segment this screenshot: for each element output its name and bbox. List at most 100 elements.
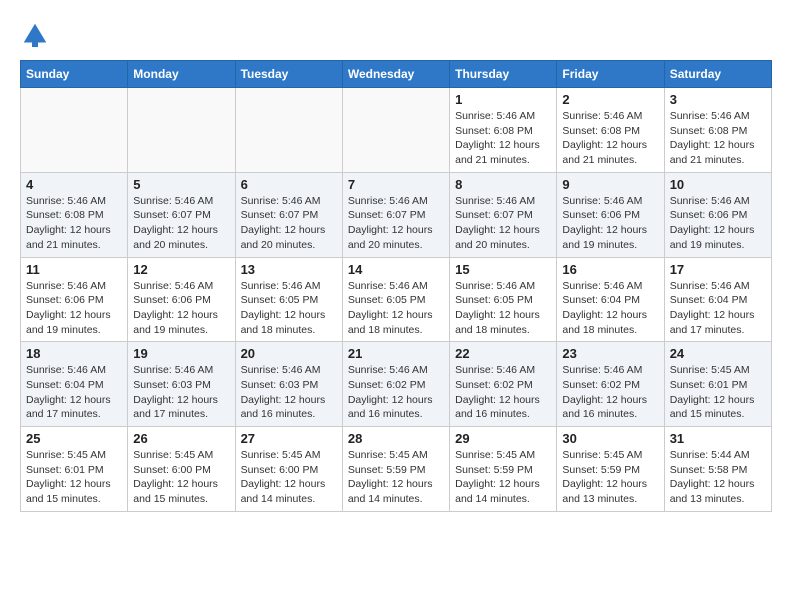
week-row-5: 25 Sunrise: 5:45 AM Sunset: 6:01 PM Dayli… bbox=[21, 427, 772, 512]
calendar-cell: 20 Sunrise: 5:46 AM Sunset: 6:03 PM Dayli… bbox=[235, 342, 342, 427]
logo bbox=[20, 20, 54, 50]
day-info: Sunrise: 5:46 AM Sunset: 6:07 PM Dayligh… bbox=[455, 194, 551, 253]
day-number: 22 bbox=[455, 346, 551, 361]
day-number: 27 bbox=[241, 431, 337, 446]
day-number: 5 bbox=[133, 177, 229, 192]
day-number: 6 bbox=[241, 177, 337, 192]
day-number: 31 bbox=[670, 431, 766, 446]
day-info: Sunrise: 5:46 AM Sunset: 6:03 PM Dayligh… bbox=[133, 363, 229, 422]
day-number: 26 bbox=[133, 431, 229, 446]
calendar-cell: 21 Sunrise: 5:46 AM Sunset: 6:02 PM Dayli… bbox=[342, 342, 449, 427]
day-info: Sunrise: 5:46 AM Sunset: 6:08 PM Dayligh… bbox=[455, 109, 551, 168]
calendar-cell bbox=[342, 88, 449, 173]
calendar-cell: 22 Sunrise: 5:46 AM Sunset: 6:02 PM Dayli… bbox=[450, 342, 557, 427]
weekday-header-friday: Friday bbox=[557, 61, 664, 88]
day-info: Sunrise: 5:46 AM Sunset: 6:02 PM Dayligh… bbox=[455, 363, 551, 422]
day-info: Sunrise: 5:45 AM Sunset: 5:59 PM Dayligh… bbox=[562, 448, 658, 507]
calendar-cell: 25 Sunrise: 5:45 AM Sunset: 6:01 PM Dayli… bbox=[21, 427, 128, 512]
calendar-cell: 17 Sunrise: 5:46 AM Sunset: 6:04 PM Dayli… bbox=[664, 257, 771, 342]
calendar-cell: 11Sunrise: 5:46 AM Sunset: 6:06 PM Dayli… bbox=[21, 257, 128, 342]
calendar-cell bbox=[128, 88, 235, 173]
day-info: Sunrise: 5:46 AM Sunset: 6:04 PM Dayligh… bbox=[562, 279, 658, 338]
logo-icon bbox=[20, 20, 50, 50]
day-info: Sunrise: 5:45 AM Sunset: 6:00 PM Dayligh… bbox=[241, 448, 337, 507]
day-info: Sunrise: 5:45 AM Sunset: 5:59 PM Dayligh… bbox=[348, 448, 444, 507]
day-info: Sunrise: 5:46 AM Sunset: 6:06 PM Dayligh… bbox=[670, 194, 766, 253]
day-number: 2 bbox=[562, 92, 658, 107]
calendar-cell: 24 Sunrise: 5:45 AM Sunset: 6:01 PM Dayli… bbox=[664, 342, 771, 427]
calendar-cell: 12Sunrise: 5:46 AM Sunset: 6:06 PM Dayli… bbox=[128, 257, 235, 342]
calendar-cell: 13 Sunrise: 5:46 AM Sunset: 6:05 PM Dayli… bbox=[235, 257, 342, 342]
day-number: 3 bbox=[670, 92, 766, 107]
day-info: Sunrise: 5:46 AM Sunset: 6:05 PM Dayligh… bbox=[348, 279, 444, 338]
day-number: 24 bbox=[670, 346, 766, 361]
calendar-cell: 23 Sunrise: 5:46 AM Sunset: 6:02 PM Dayli… bbox=[557, 342, 664, 427]
day-number: 25 bbox=[26, 431, 122, 446]
calendar-cell: 29 Sunrise: 5:45 AM Sunset: 5:59 PM Dayli… bbox=[450, 427, 557, 512]
calendar-cell: 14 Sunrise: 5:46 AM Sunset: 6:05 PM Dayli… bbox=[342, 257, 449, 342]
day-number: 29 bbox=[455, 431, 551, 446]
day-number: 19 bbox=[133, 346, 229, 361]
day-number: 12 bbox=[133, 262, 229, 277]
day-number: 17 bbox=[670, 262, 766, 277]
day-info: Sunrise: 5:46 AM Sunset: 6:08 PM Dayligh… bbox=[562, 109, 658, 168]
calendar-table: SundayMondayTuesdayWednesdayThursdayFrid… bbox=[20, 60, 772, 512]
day-info: Sunrise: 5:46 AM Sunset: 6:08 PM Dayligh… bbox=[670, 109, 766, 168]
day-info: Sunrise: 5:46 AM Sunset: 6:04 PM Dayligh… bbox=[26, 363, 122, 422]
calendar-cell: 2 Sunrise: 5:46 AM Sunset: 6:08 PM Daylig… bbox=[557, 88, 664, 173]
day-info: Sunrise: 5:46 AM Sunset: 6:03 PM Dayligh… bbox=[241, 363, 337, 422]
day-info: Sunrise: 5:46 AM Sunset: 6:02 PM Dayligh… bbox=[348, 363, 444, 422]
day-info: Sunrise: 5:46 AM Sunset: 6:06 PM Dayligh… bbox=[562, 194, 658, 253]
weekday-header-saturday: Saturday bbox=[664, 61, 771, 88]
day-info: Sunrise: 5:46 AM Sunset: 6:05 PM Dayligh… bbox=[241, 279, 337, 338]
day-number: 23 bbox=[562, 346, 658, 361]
weekday-header-row: SundayMondayTuesdayWednesdayThursdayFrid… bbox=[21, 61, 772, 88]
day-number: 30 bbox=[562, 431, 658, 446]
day-info: Sunrise: 5:46 AM Sunset: 6:08 PM Dayligh… bbox=[26, 194, 122, 253]
weekday-header-thursday: Thursday bbox=[450, 61, 557, 88]
day-number: 10 bbox=[670, 177, 766, 192]
calendar-cell: 27 Sunrise: 5:45 AM Sunset: 6:00 PM Dayli… bbox=[235, 427, 342, 512]
day-number: 7 bbox=[348, 177, 444, 192]
day-number: 14 bbox=[348, 262, 444, 277]
calendar-cell: 30 Sunrise: 5:45 AM Sunset: 5:59 PM Dayli… bbox=[557, 427, 664, 512]
day-number: 16 bbox=[562, 262, 658, 277]
day-info: Sunrise: 5:45 AM Sunset: 5:59 PM Dayligh… bbox=[455, 448, 551, 507]
day-info: Sunrise: 5:44 AM Sunset: 5:58 PM Dayligh… bbox=[670, 448, 766, 507]
day-number: 4 bbox=[26, 177, 122, 192]
calendar-cell: 16 Sunrise: 5:46 AM Sunset: 6:04 PM Dayli… bbox=[557, 257, 664, 342]
day-number: 8 bbox=[455, 177, 551, 192]
week-row-1: 1Sunrise: 5:46 AM Sunset: 6:08 PM Daylig… bbox=[21, 88, 772, 173]
calendar-cell: 9 Sunrise: 5:46 AM Sunset: 6:06 PM Daylig… bbox=[557, 172, 664, 257]
day-info: Sunrise: 5:46 AM Sunset: 6:04 PM Dayligh… bbox=[670, 279, 766, 338]
day-info: Sunrise: 5:46 AM Sunset: 6:02 PM Dayligh… bbox=[562, 363, 658, 422]
weekday-header-sunday: Sunday bbox=[21, 61, 128, 88]
day-info: Sunrise: 5:45 AM Sunset: 6:01 PM Dayligh… bbox=[26, 448, 122, 507]
day-info: Sunrise: 5:46 AM Sunset: 6:07 PM Dayligh… bbox=[241, 194, 337, 253]
week-row-4: 18Sunrise: 5:46 AM Sunset: 6:04 PM Dayli… bbox=[21, 342, 772, 427]
calendar-cell: 8 Sunrise: 5:46 AM Sunset: 6:07 PM Daylig… bbox=[450, 172, 557, 257]
calendar-cell bbox=[21, 88, 128, 173]
calendar-cell: 7Sunrise: 5:46 AM Sunset: 6:07 PM Daylig… bbox=[342, 172, 449, 257]
calendar-cell: 28 Sunrise: 5:45 AM Sunset: 5:59 PM Dayli… bbox=[342, 427, 449, 512]
weekday-header-monday: Monday bbox=[128, 61, 235, 88]
calendar-cell: 3 Sunrise: 5:46 AM Sunset: 6:08 PM Daylig… bbox=[664, 88, 771, 173]
weekday-header-tuesday: Tuesday bbox=[235, 61, 342, 88]
day-number: 28 bbox=[348, 431, 444, 446]
calendar-cell: 15Sunrise: 5:46 AM Sunset: 6:05 PM Dayli… bbox=[450, 257, 557, 342]
day-number: 13 bbox=[241, 262, 337, 277]
day-info: Sunrise: 5:45 AM Sunset: 6:00 PM Dayligh… bbox=[133, 448, 229, 507]
week-row-2: 4 Sunrise: 5:46 AM Sunset: 6:08 PM Daylig… bbox=[21, 172, 772, 257]
day-info: Sunrise: 5:46 AM Sunset: 6:07 PM Dayligh… bbox=[133, 194, 229, 253]
calendar-cell: 19 Sunrise: 5:46 AM Sunset: 6:03 PM Dayli… bbox=[128, 342, 235, 427]
calendar-cell: 31 Sunrise: 5:44 AM Sunset: 5:58 PM Dayli… bbox=[664, 427, 771, 512]
calendar-cell: 1Sunrise: 5:46 AM Sunset: 6:08 PM Daylig… bbox=[450, 88, 557, 173]
day-number: 21 bbox=[348, 346, 444, 361]
calendar-cell: 18Sunrise: 5:46 AM Sunset: 6:04 PM Dayli… bbox=[21, 342, 128, 427]
day-number: 20 bbox=[241, 346, 337, 361]
calendar-cell: 6 Sunrise: 5:46 AM Sunset: 6:07 PM Daylig… bbox=[235, 172, 342, 257]
day-info: Sunrise: 5:45 AM Sunset: 6:01 PM Dayligh… bbox=[670, 363, 766, 422]
calendar-cell: 4 Sunrise: 5:46 AM Sunset: 6:08 PM Daylig… bbox=[21, 172, 128, 257]
calendar-cell bbox=[235, 88, 342, 173]
day-number: 9 bbox=[562, 177, 658, 192]
